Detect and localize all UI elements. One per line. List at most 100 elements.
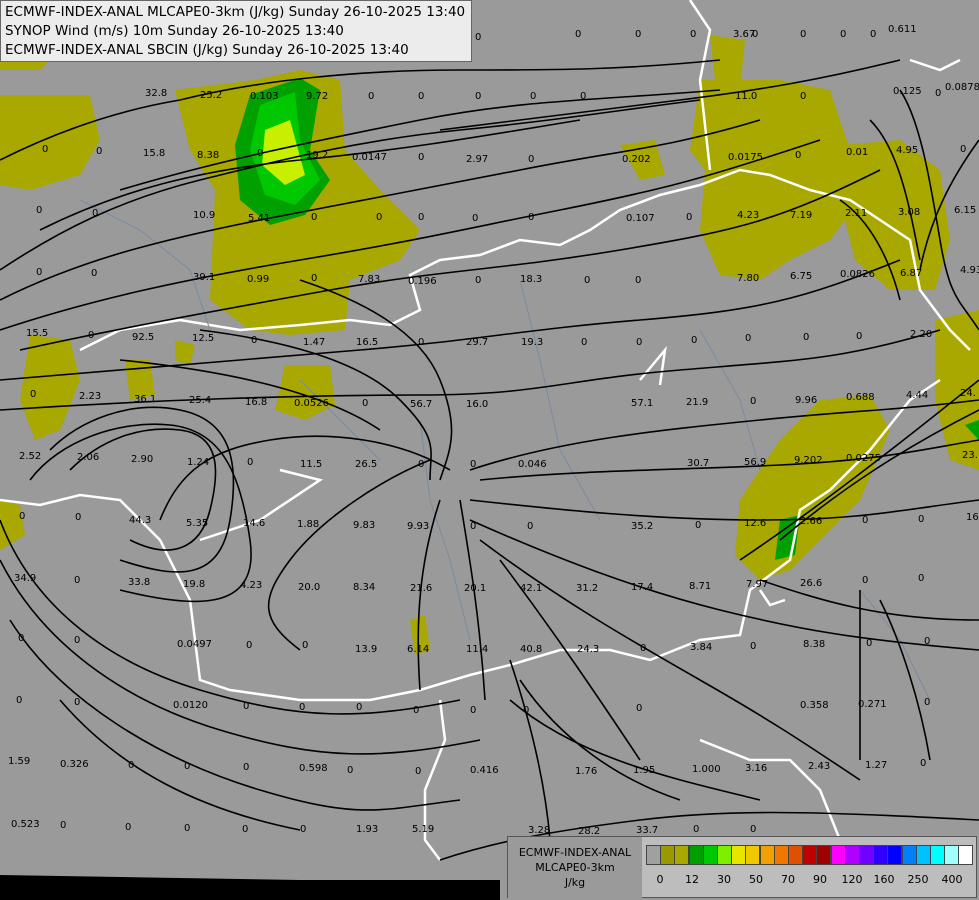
sbcin-value-label: 0 (251, 335, 257, 346)
sbcin-value-label: 2.06 (77, 452, 99, 463)
legend-swatch (944, 845, 960, 865)
legend-tick-label: 120 (841, 873, 863, 886)
sbcin-value-label: 34.9 (14, 573, 36, 584)
sbcin-value-label: 2.52 (19, 451, 41, 462)
weather-map: 0.611 3.67 0 0 0 0 0 0 0 0 0.125 0.0878 32.8 25.2 0.10… (0, 0, 979, 900)
sbcin-value-label: 0 (575, 29, 581, 40)
sbcin-value-label: 0 (924, 697, 930, 708)
sbcin-value-label: 19.8 (183, 579, 205, 590)
legend-swatch (830, 845, 846, 865)
streamline (479, 539, 861, 781)
sbcin-value-label: 2.43 (808, 761, 830, 772)
map-canvas: 0.6113.670 0 0 0 0 0 0 00.125 0.087832.8 25.2 0.10… (0, 0, 979, 900)
legend-swatch (859, 845, 874, 865)
sbcin-value-label: 0 (750, 824, 756, 835)
sbcin-value-label: 0.611 (888, 24, 917, 35)
legend-swatch (717, 845, 732, 865)
sbcin-value-label: 0.107 (626, 213, 655, 224)
sbcin-value-label: 0 (16, 695, 22, 706)
sbcin-value-label: 39.1 (193, 272, 215, 283)
sbcin-value-label: 0 (475, 275, 481, 286)
sbcin-value-label: 0 (636, 703, 642, 714)
sbcin-value-label: 0 (74, 697, 80, 708)
sbcin-value-label: 0.271 (858, 699, 887, 710)
sbcin-value-label: 31.2 (576, 583, 598, 594)
sbcin-value-label: 0 (368, 91, 374, 102)
sbcin-value-label: 19.2 (306, 150, 328, 161)
sbcin-value-label: 56.9 (744, 457, 766, 468)
sbcin-value-label: 2.97 (466, 154, 488, 165)
sbcin-value-label: 5.35 (186, 518, 208, 529)
sbcin-value-label: 0 (418, 152, 424, 163)
sbcin-value-label: 1.76 (575, 766, 597, 777)
sbcin-value-label: 4.93 (960, 265, 979, 276)
sbcin-value-label: 20.1 (464, 583, 486, 594)
sbcin-value-label: 0 (636, 337, 642, 348)
sbcin-value-label: 33.7 (636, 825, 658, 836)
sbcin-value-label: 20.0 (298, 582, 320, 593)
sbcin-value-label: 9.93 (407, 521, 429, 532)
sbcin-value-label: 23. (962, 450, 978, 461)
sbcin-value-label: 0 (918, 514, 924, 525)
legend-title-line-2: MLCAPE0-3km (535, 861, 615, 874)
sbcin-value-label: 0 (36, 267, 42, 278)
legend-tick-label: 400 (941, 873, 963, 886)
sbcin-value-label: 0 (523, 705, 529, 716)
streamline (49, 406, 235, 573)
sbcin-value-label: 2.90 (131, 454, 153, 465)
legend-swatch (816, 845, 832, 865)
title-line-1: ECMWF-INDEX-ANAL MLCAPE0-3km (J/kg) Sund… (5, 4, 466, 20)
sbcin-value-label: 0 (19, 511, 25, 522)
sbcin-value-label: 0.0120 (173, 700, 208, 711)
streamline (59, 699, 301, 831)
sbcin-value-label: 4.44 (906, 390, 928, 401)
sbcin-value-label: 0 (299, 702, 305, 713)
sbcin-value-label: 0 (527, 521, 533, 532)
sbcin-value-label: 21.9 (686, 397, 708, 408)
sbcin-value-label: 0.416 (470, 765, 499, 776)
sbcin-value-label: 0 (840, 29, 846, 40)
sbcin-value-label: 0 (745, 333, 751, 344)
sbcin-value-label: 0 (750, 641, 756, 652)
streamline (29, 423, 252, 603)
sbcin-value-label: 1.59 (8, 756, 30, 767)
legend-ticks: 0 12 30 50 70 90 120 160 250 400 (646, 873, 976, 889)
sbcin-value-label: 0.99 (247, 274, 269, 285)
sbcin-value-label: 4.23 (240, 580, 262, 591)
sbcin-value-label: 0 (803, 332, 809, 343)
sbcin-value-label: 0 (862, 515, 868, 526)
sbcin-value-label: 0 (418, 337, 424, 348)
sbcin-value-label: 7.80 (737, 273, 759, 284)
sbcin-value-label: 0 (184, 823, 190, 834)
sbcin-value-label: 0.196 (408, 276, 437, 287)
sbcin-value-label: 0.01 (846, 147, 868, 158)
sbcin-value-label: 1.95 (633, 765, 655, 776)
sbcin-value-label: 0 (74, 575, 80, 586)
sbcin-value-label: 0 (311, 273, 317, 284)
sbcin-value-label: 5.19 (412, 824, 434, 835)
sbcin-value-label: 0 (691, 335, 697, 346)
sbcin-value-label: 9.96 (795, 395, 817, 406)
sbcin-value-label: 0 (96, 146, 102, 157)
sbcin-value-label: 2.20 (910, 329, 932, 340)
sbcin-value-label: 0.202 (622, 154, 651, 165)
sbcin-value-label: 8.38 (197, 150, 219, 161)
sbcin-value-label: 33.8 (128, 577, 150, 588)
legend-swatch (688, 845, 704, 865)
sbcin-value-label: 0 (530, 91, 536, 102)
sbcin-value-label: 36.1 (134, 394, 156, 405)
sbcin-value-label: 0 (74, 635, 80, 646)
sbcin-value-label: 15.8 (143, 148, 165, 159)
sbcin-value-label: 0 (800, 29, 806, 40)
sbcin-value-label: 0 (300, 824, 306, 835)
sbcin-value-label: 0.046 (518, 459, 547, 470)
sbcin-value-label: 0 (246, 640, 252, 651)
sbcin-value-label: 1.88 (297, 519, 319, 530)
sbcin-value-label: 0 (795, 150, 801, 161)
sbcin-value-label: 16.8 (245, 397, 267, 408)
legend-swatch (887, 845, 903, 865)
sbcin-value-label: 0 (418, 459, 424, 470)
sbcin-value-label: 8.38 (803, 639, 825, 650)
legend-swatch (759, 845, 775, 865)
legend-swatch (901, 845, 917, 865)
